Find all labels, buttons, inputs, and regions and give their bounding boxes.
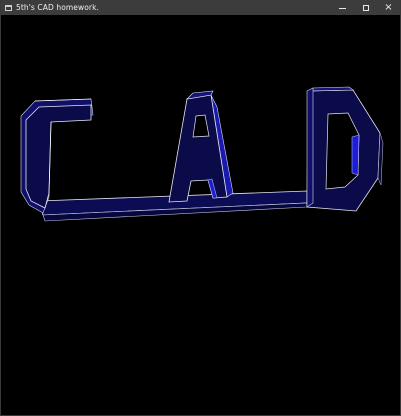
minimize-icon [339,7,346,9]
title-bar[interactable]: 5th's CAD homework. × [1,0,400,15]
app-window-icon [5,4,12,11]
letter-a-shape [168,90,234,203]
minimize-button[interactable] [331,0,354,15]
maximize-button[interactable] [354,0,377,15]
maximize-icon [362,4,369,11]
window-title: 5th's CAD homework. [16,3,100,12]
letter-c-shape [20,98,94,214]
render-canvas[interactable] [1,15,400,415]
app-window: 5th's CAD homework. × [0,0,401,416]
cad-3d-text [20,86,384,222]
close-button[interactable]: × [377,0,400,15]
letter-d-shape [306,86,384,212]
close-icon: × [384,1,393,13]
